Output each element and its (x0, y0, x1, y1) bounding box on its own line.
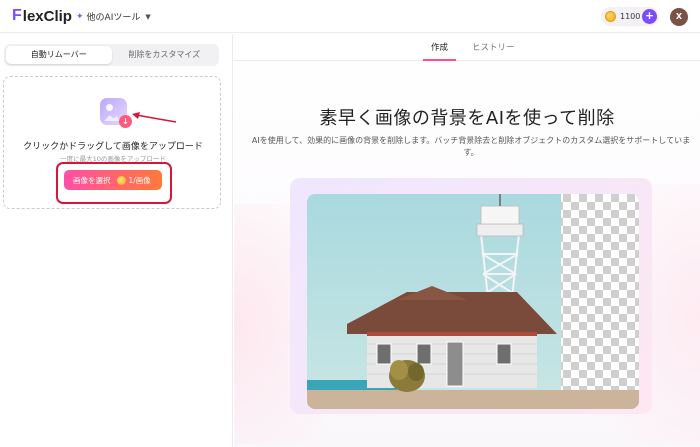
chevron-down-icon: ▼ (145, 12, 151, 21)
left-panel: 自動リムーバー 削除をカスタマイズ ↓ クリックかドラッグして画像をアップロード… (0, 34, 233, 447)
logo-mark: F (12, 7, 22, 24)
add-credits-button[interactable]: + (642, 9, 657, 24)
page-title: 素早く画像の背景をAIを使って削除 (319, 108, 615, 129)
tab-auto-remover[interactable]: 自動リムーバー (6, 46, 112, 64)
main-area: 作成 ヒストリー 素早く画像の背景をAIを使って削除 AIを使用して、効果的に画… (234, 34, 700, 447)
annotation-arrow-icon (132, 112, 177, 123)
coin-icon (116, 175, 126, 185)
credits-count: 1100 (620, 12, 641, 21)
credits-badge[interactable]: 1100 + (601, 7, 659, 26)
flexclip-logo[interactable]: F lexClip (12, 7, 72, 25)
preview-image (307, 194, 639, 409)
upload-title: クリックかドラッグして画像をアップロード (23, 142, 203, 152)
main-tabs: 作成 ヒストリー (234, 34, 700, 61)
upload-dropzone[interactable]: ↓ クリックかドラッグして画像をアップロード 一度に最大10の画像をアップロード… (3, 76, 221, 209)
lighthouse-house-illustration (307, 194, 639, 409)
tab-history[interactable]: ヒストリー (472, 41, 515, 53)
active-tab-indicator (423, 59, 456, 61)
select-image-button[interactable]: 画像を選択 1/画像 (64, 170, 162, 190)
coin-icon (605, 11, 616, 22)
select-image-label: 画像を選択 (73, 175, 111, 185)
logo-text: lexClip (22, 7, 72, 25)
tab-create[interactable]: 作成 (431, 41, 448, 53)
mode-switch: 自動リムーバー 削除をカスタマイズ (4, 44, 219, 66)
page-description: AIを使用して、効果的に画像の背景を削除します。バッチ背景除去と削除オブジェクト… (251, 136, 691, 157)
select-image-cost: 1/画像 (128, 175, 151, 185)
tab-custom-remove[interactable]: 削除をカスタマイズ (112, 46, 218, 64)
ai-tools-menu[interactable]: ✦ 他のAIツール ▼ (76, 10, 151, 24)
top-header: F lexClip ✦ 他のAIツール ▼ 1100 + X (0, 0, 700, 33)
avatar[interactable]: X (670, 8, 688, 26)
ai-tools-label: 他のAIツール (86, 13, 141, 23)
upload-image-icon: ↓ (100, 98, 132, 128)
sparkle-icon: ✦ (76, 11, 84, 22)
